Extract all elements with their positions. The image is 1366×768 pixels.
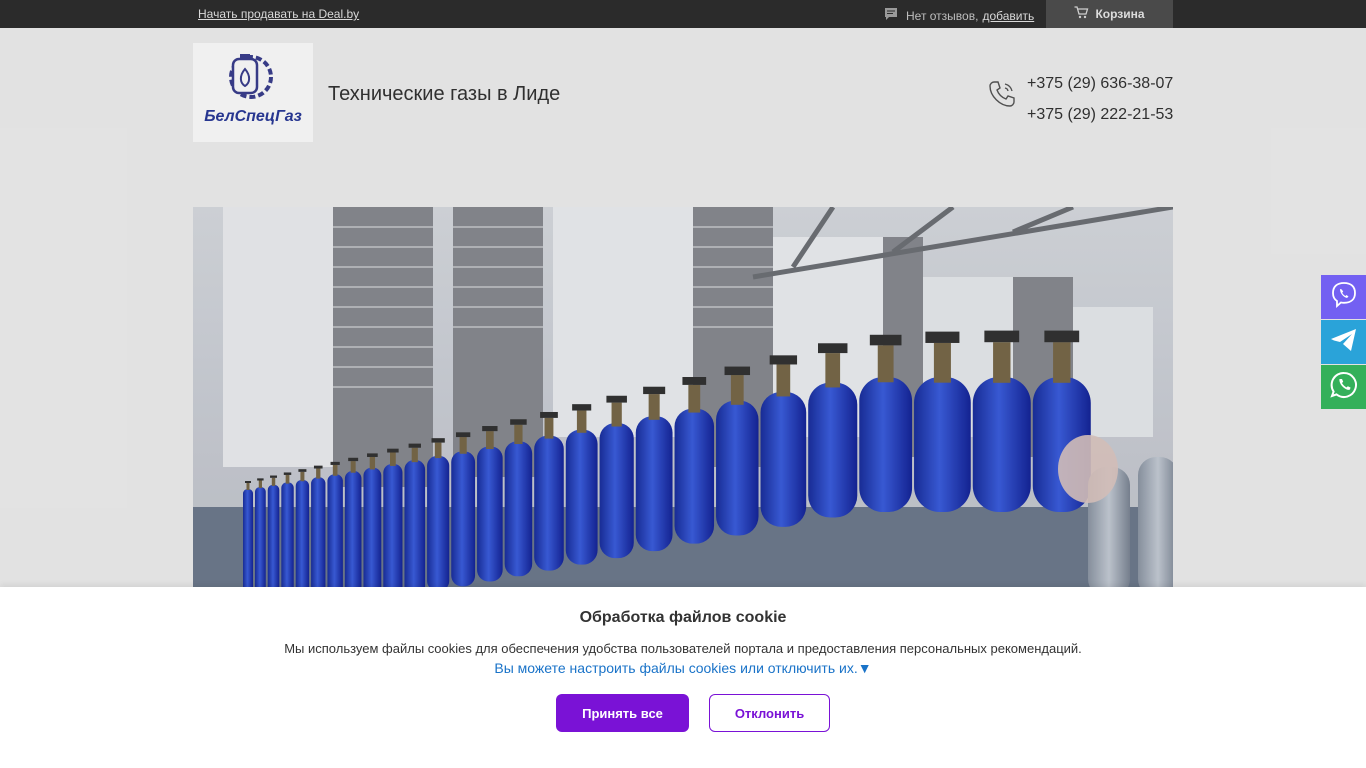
gas-cylinder-gear-icon bbox=[229, 54, 273, 99]
whatsapp-button[interactable] bbox=[1321, 365, 1366, 409]
cart-label: Корзина bbox=[1095, 7, 1145, 21]
cookie-title: Обработка файлов cookie bbox=[579, 609, 787, 626]
logo-brand-text: БелСпецГаз bbox=[204, 108, 302, 125]
decline-button[interactable]: Отклонить bbox=[709, 694, 830, 732]
chevron-down-icon[interactable]: ▼ bbox=[858, 660, 872, 676]
page-title: Технические газы в Лиде bbox=[328, 83, 561, 105]
accept-all-button[interactable]: Принять все bbox=[556, 694, 689, 732]
cookie-consent-panel: Обработка файлов cookie Мы используем фа… bbox=[0, 587, 1366, 768]
cookie-description: Мы используем файлы cookies для обеспече… bbox=[284, 641, 1082, 656]
top-bar: Начать продавать на Deal.by Нет отзывов,… bbox=[0, 0, 1366, 28]
whatsapp-icon bbox=[1329, 370, 1359, 405]
cookie-settings-text[interactable]: Вы можете настроить файлы cookies или от… bbox=[494, 660, 857, 676]
phone-number-1[interactable]: +375 (29) 636-38-07 bbox=[1027, 68, 1173, 99]
phone-number-2[interactable]: +375 (29) 222-21-53 bbox=[1027, 99, 1173, 130]
cart-icon bbox=[1074, 6, 1089, 22]
telegram-icon bbox=[1329, 327, 1359, 358]
viber-button[interactable] bbox=[1321, 275, 1366, 319]
hero-banner-image bbox=[193, 207, 1173, 587]
cookie-settings-link[interactable]: Вы можете настроить файлы cookies или от… bbox=[0, 660, 1366, 676]
phone-icon bbox=[986, 78, 1018, 115]
comment-icon bbox=[884, 7, 898, 24]
reviews-text: Нет отзывов, bbox=[906, 8, 979, 23]
viber-icon bbox=[1329, 280, 1359, 315]
start-selling-link[interactable]: Начать продавать на Deal.by bbox=[198, 7, 359, 21]
site-header: БелСпецГаз Технические газы в Лиде +375 … bbox=[0, 28, 1366, 615]
reviews-info: Нет отзывов, добавить bbox=[884, 7, 1034, 24]
cart-button[interactable]: Корзина bbox=[1046, 0, 1173, 28]
telegram-button[interactable] bbox=[1321, 320, 1366, 364]
add-review-link[interactable]: добавить bbox=[982, 9, 1034, 23]
phone-list: +375 (29) 636-38-07 +375 (29) 222-21-53 bbox=[1027, 68, 1173, 130]
company-logo[interactable]: БелСпецГаз bbox=[193, 43, 313, 142]
